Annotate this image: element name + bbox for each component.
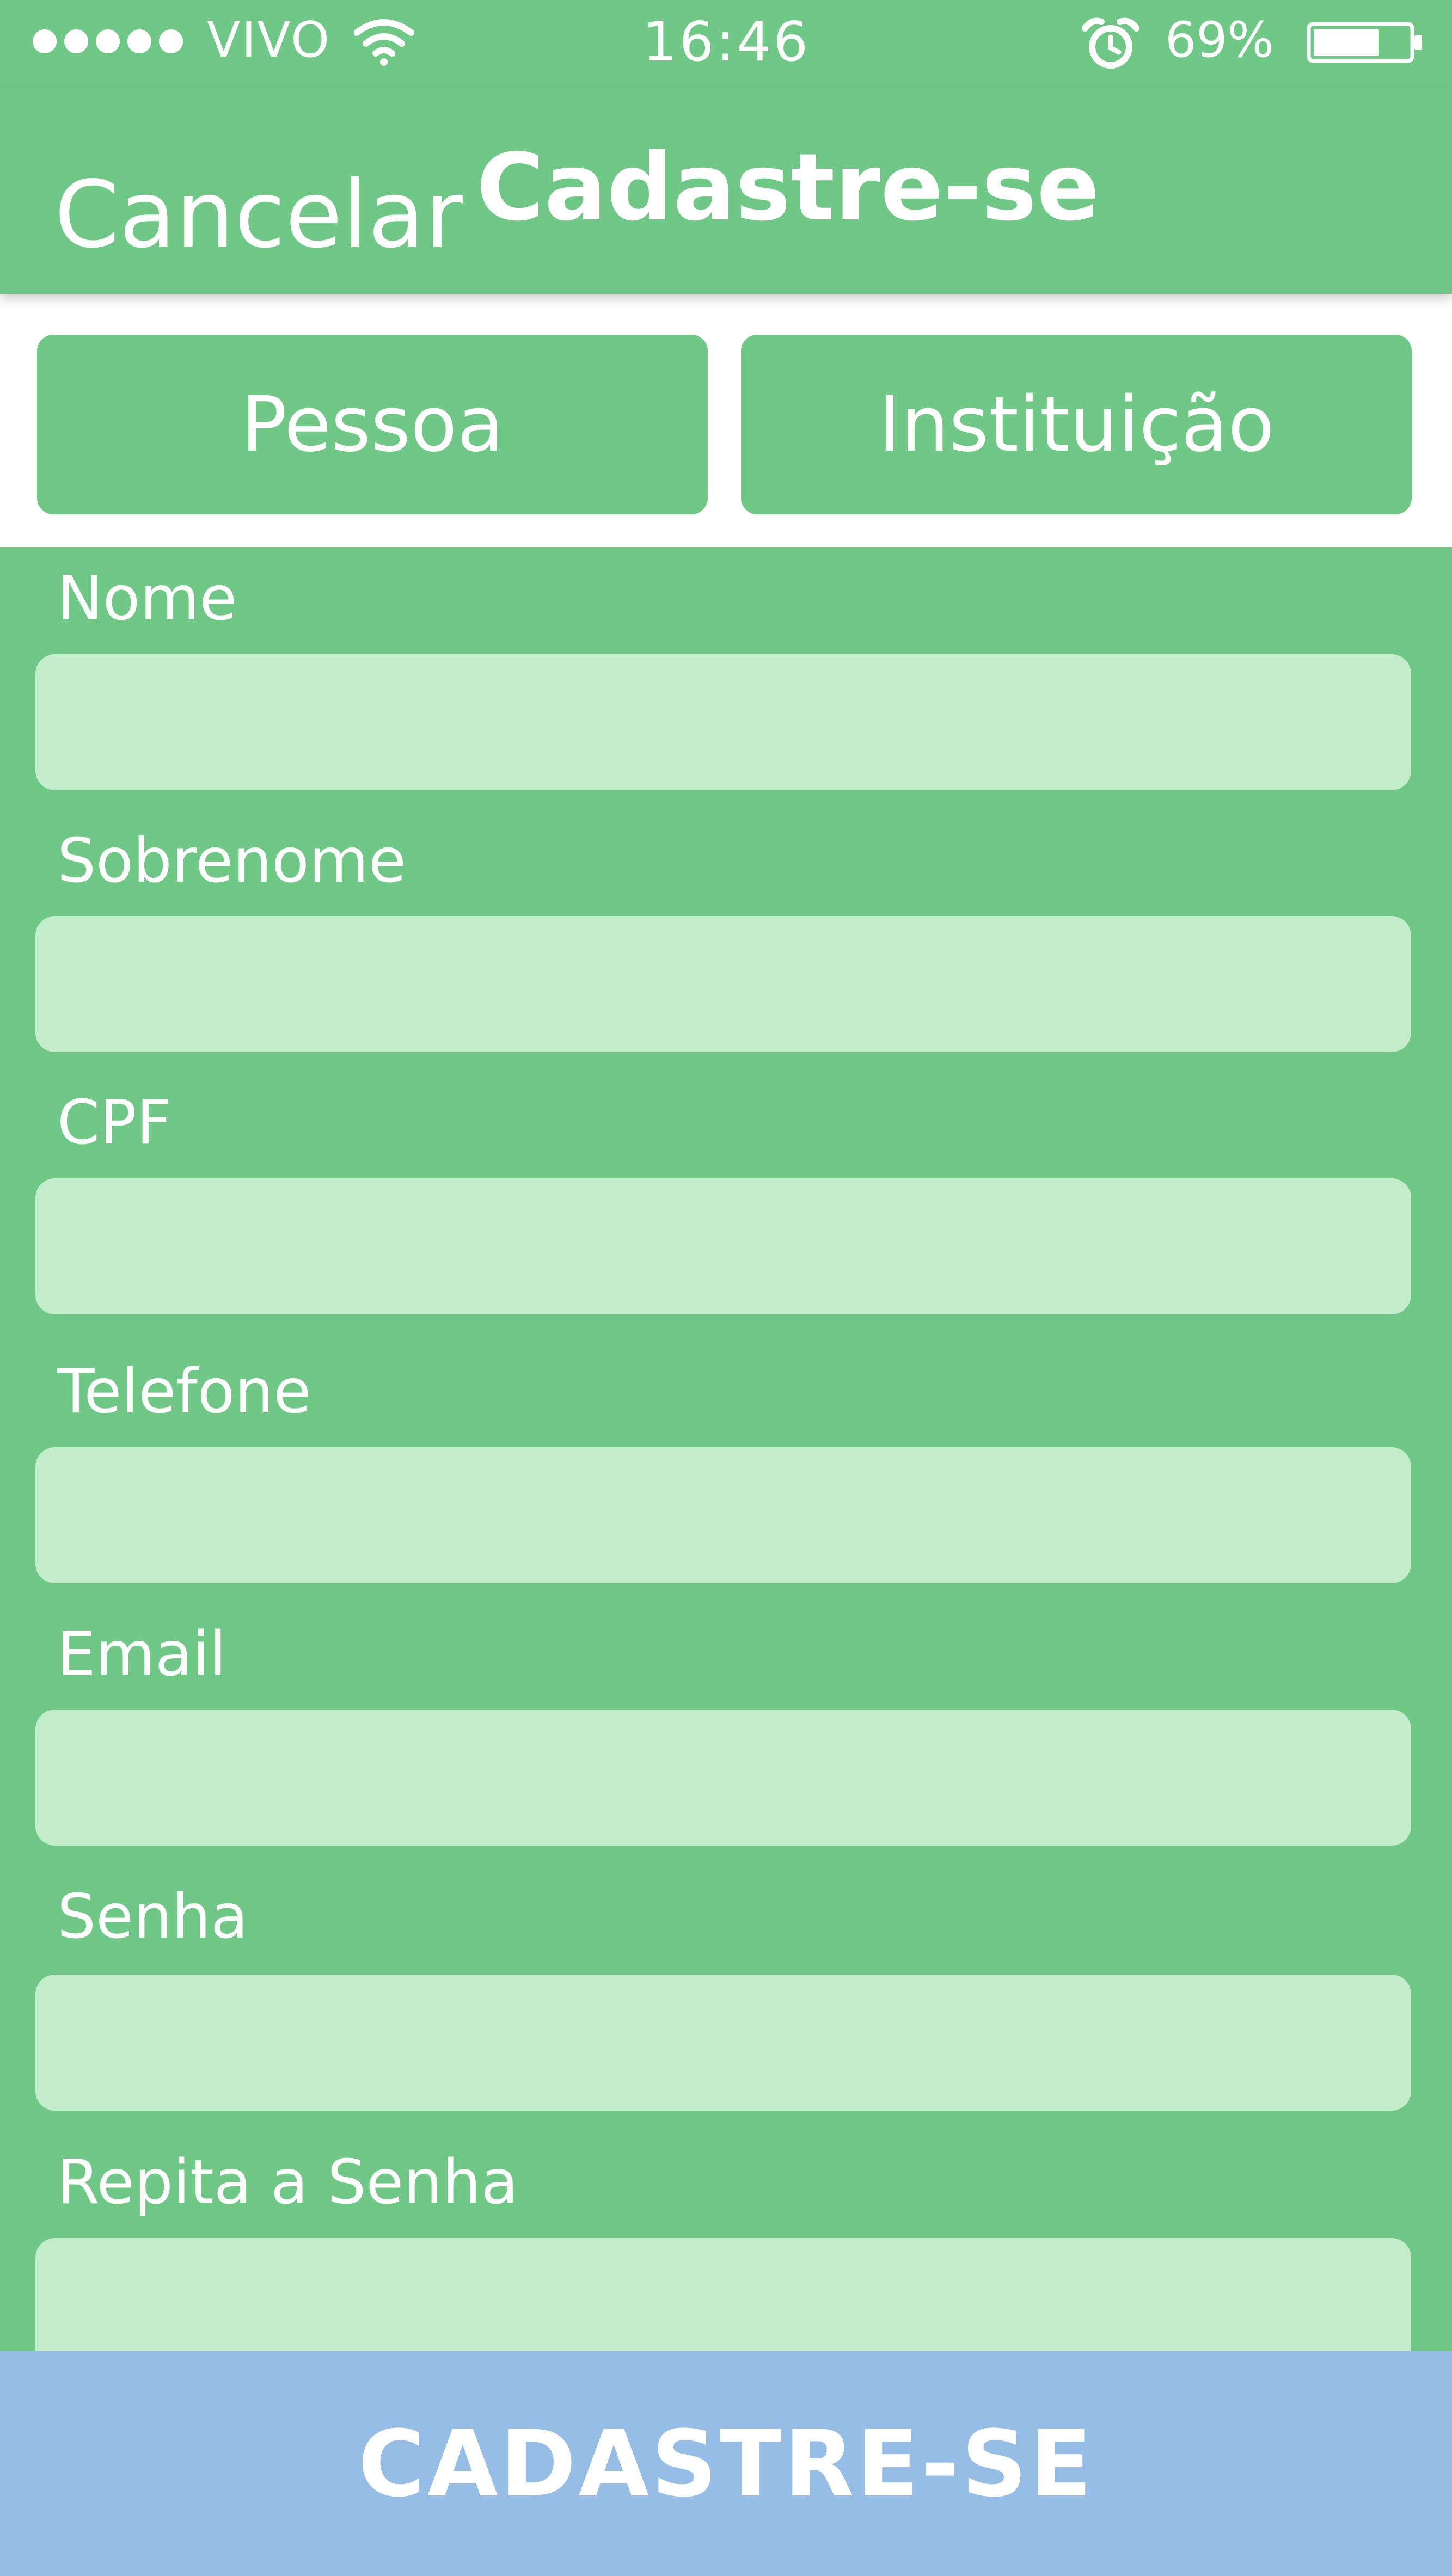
- cadastre-se-button[interactable]: CADASTRE-SE: [0, 2351, 1452, 2576]
- instituicao-button[interactable]: Instituição: [741, 335, 1412, 514]
- navigation-bar: Cancelar Cadastre-se: [0, 87, 1452, 294]
- nome-label: Nome: [57, 563, 237, 634]
- signup-form: Nome Sobrenome CPF Telefone Email Senha …: [0, 547, 1452, 2374]
- cpf-input[interactable]: [35, 1178, 1411, 1314]
- pessoa-button[interactable]: Pessoa: [37, 335, 708, 514]
- senha-input[interactable]: [35, 1975, 1411, 2111]
- status-bar: VIVO 16:46 69%: [0, 0, 1452, 87]
- sobrenome-label: Sobrenome: [57, 826, 406, 896]
- cancel-button[interactable]: Cancelar: [54, 163, 463, 267]
- wifi-icon: [354, 19, 414, 66]
- senha-label: Senha: [57, 1882, 248, 1952]
- telefone-input[interactable]: [35, 1447, 1411, 1583]
- repita-senha-label: Repita a Senha: [57, 2147, 518, 2218]
- email-input[interactable]: [35, 1710, 1411, 1846]
- signal-strength-icon: [33, 29, 183, 53]
- sobrenome-input[interactable]: [35, 916, 1411, 1052]
- nome-input[interactable]: [35, 654, 1411, 790]
- email-label: Email: [57, 1619, 226, 1690]
- status-time: 16:46: [642, 10, 811, 73]
- account-type-selector: Pessoa Instituição: [0, 294, 1452, 547]
- battery-percent: 69%: [1165, 11, 1275, 69]
- battery-icon: [1307, 22, 1422, 63]
- page-title: Cadastre-se: [476, 134, 1100, 242]
- telefone-label: Telefone: [57, 1356, 311, 1427]
- alarm-clock-icon: [1082, 17, 1139, 69]
- carrier-name: VIVO: [207, 11, 330, 69]
- cpf-label: CPF: [57, 1087, 172, 1158]
